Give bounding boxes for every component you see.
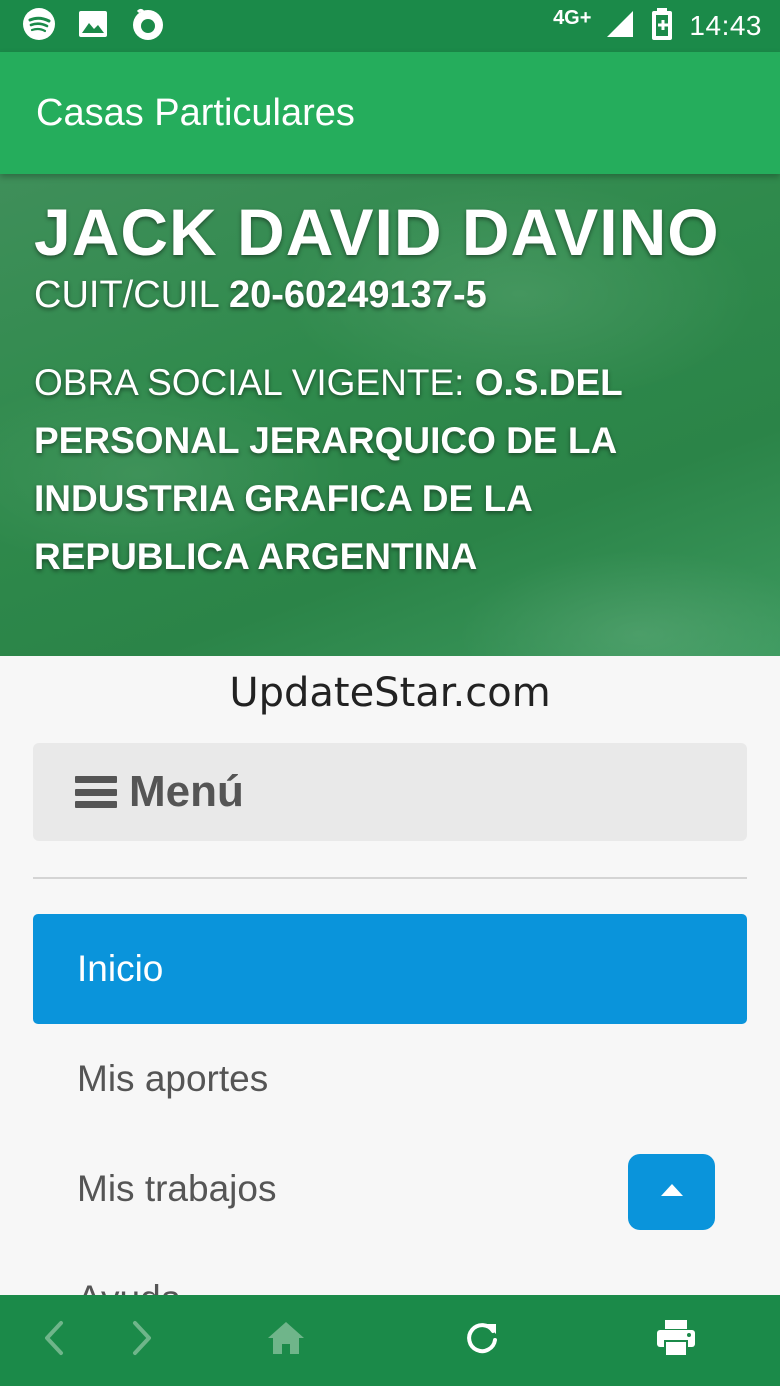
image-icon <box>78 10 108 43</box>
status-bar: 4G+ 14:43 <box>0 0 780 52</box>
back-button[interactable] <box>30 1295 78 1386</box>
profile-header: JACK DAVID DAVINO CUIT/CUIL 20-60249137-… <box>0 174 780 656</box>
print-icon <box>655 1319 697 1362</box>
profile-cuit: CUIT/CUIL 20-60249137-5 <box>34 272 746 318</box>
nav-item-label: Mis trabajos <box>77 1168 277 1209</box>
scroll-to-top-button[interactable] <box>628 1154 715 1230</box>
divider <box>33 877 747 879</box>
cuit-label: CUIT/CUIL <box>34 274 219 316</box>
forward-icon <box>129 1320 155 1361</box>
signal-icon <box>605 9 635 44</box>
app-bar: Casas Particulares <box>0 52 780 174</box>
menu-toggle-button[interactable]: Menú <box>33 743 747 841</box>
site-name: UpdateStar.com <box>229 670 551 716</box>
network-type: 4G+ <box>553 6 592 29</box>
back-icon <box>41 1320 67 1361</box>
nav-item-label: Mis aportes <box>77 1058 269 1099</box>
app-title: Casas Particulares <box>36 91 355 134</box>
cuit-value: 20-60249137-5 <box>228 274 487 316</box>
home-icon <box>266 1320 306 1361</box>
menu-label: Menú <box>129 767 244 816</box>
print-button[interactable] <box>648 1295 704 1386</box>
home-button[interactable] <box>258 1295 314 1386</box>
nav-item-inicio[interactable]: Inicio <box>33 914 747 1024</box>
forward-button[interactable] <box>118 1295 166 1386</box>
status-icons-left <box>22 6 166 47</box>
bottom-toolbar <box>0 1295 780 1386</box>
status-time: 14:43 <box>689 10 762 41</box>
spotify-icon <box>22 7 56 46</box>
profile-obra-social: OBRA SOCIAL VIGENTE: O.S.DEL PERSONAL JE… <box>34 354 746 586</box>
status-icons-right: 4G+ 14:43 <box>553 7 762 46</box>
nav-item-label: Inicio <box>77 948 164 989</box>
caret-up-icon <box>660 1183 684 1202</box>
refresh-button[interactable] <box>454 1295 510 1386</box>
refresh-icon <box>464 1320 500 1361</box>
obra-social-label: OBRA SOCIAL VIGENTE: <box>34 362 465 403</box>
hamburger-icon <box>75 776 117 808</box>
profile-name: JACK DAVID DAVINO <box>34 195 720 269</box>
nav-item-mis-aportes[interactable]: Mis aportes <box>33 1024 747 1134</box>
firefox-icon <box>130 6 166 47</box>
battery-charging-icon <box>649 7 675 46</box>
